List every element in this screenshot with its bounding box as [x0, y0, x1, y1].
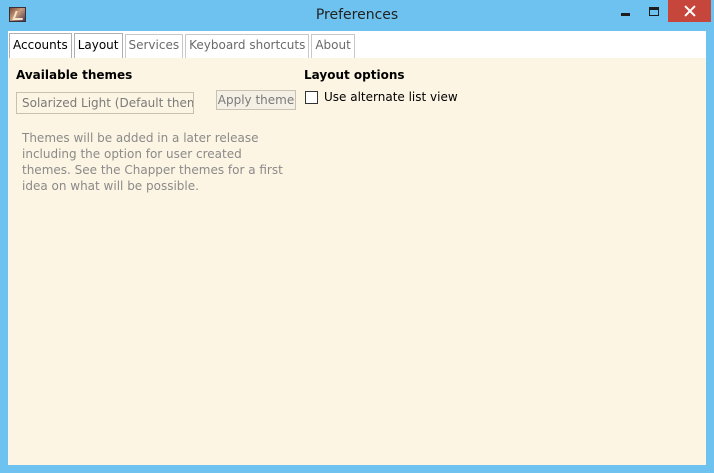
layout-options-heading: Layout options	[304, 68, 405, 82]
window-title: Preferences	[315, 7, 399, 23]
apply-theme-button[interactable]: Apply theme	[216, 90, 296, 110]
client-area: Accounts Layout Services Keyboard shortc…	[8, 31, 706, 465]
title-bar[interactable]: Preferences	[0, 0, 714, 31]
tab-about[interactable]: About	[311, 34, 355, 58]
theme-select[interactable]: Solarized Light (Default theme)	[16, 92, 194, 114]
tab-layout[interactable]: Layout	[73, 33, 123, 58]
tab-services[interactable]: Services	[124, 34, 184, 58]
alternate-list-view-label[interactable]: Use alternate list view	[324, 90, 458, 104]
available-themes-heading: Available themes	[16, 68, 133, 82]
maximize-button[interactable]	[640, 0, 668, 22]
minimize-button[interactable]	[610, 0, 640, 22]
close-button[interactable]	[668, 0, 711, 22]
tab-keyboard-shortcuts[interactable]: Keyboard shortcuts	[185, 34, 310, 58]
tab-bar: Accounts Layout Services Keyboard shortc…	[8, 31, 706, 58]
preferences-window: Preferences Accounts Layout Services Key…	[0, 0, 714, 473]
alternate-list-view-checkbox[interactable]	[305, 90, 318, 104]
maximize-icon	[649, 6, 659, 16]
layout-panel: Available themes Solarized Light (Defaul…	[8, 58, 706, 465]
alternate-list-view-option[interactable]: Use alternate list view	[305, 90, 458, 104]
minimize-icon	[620, 12, 630, 16]
themes-info-text: Themes will be added in a later release …	[22, 131, 283, 193]
close-icon	[684, 5, 696, 17]
tab-accounts[interactable]: Accounts	[9, 33, 72, 58]
